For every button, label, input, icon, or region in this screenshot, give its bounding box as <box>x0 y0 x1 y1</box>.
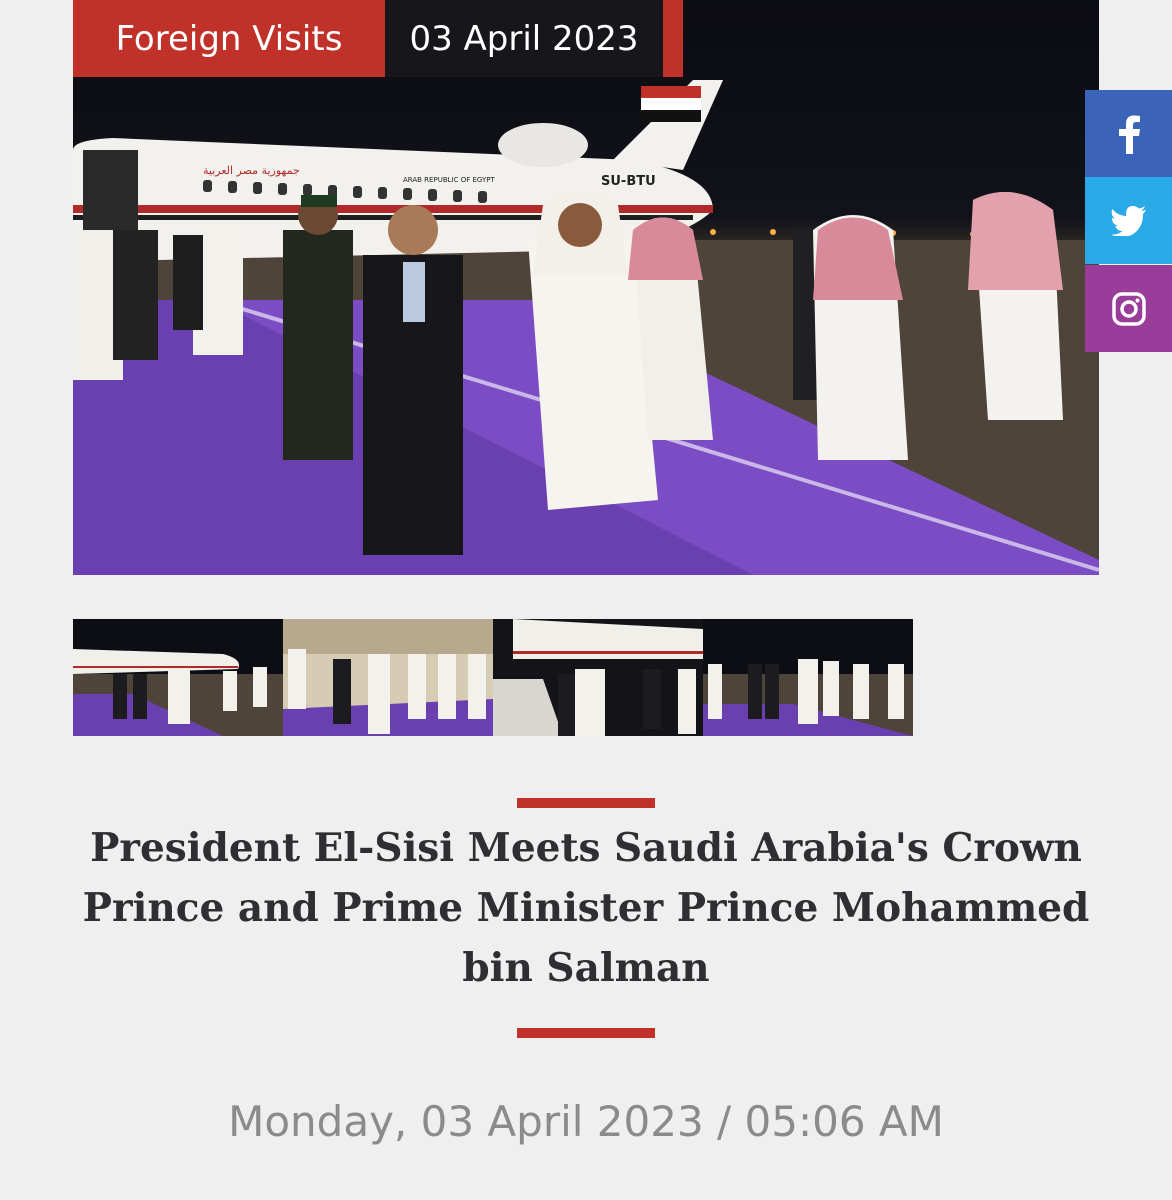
instagram-share-button[interactable] <box>1085 265 1172 352</box>
title-divider-bottom <box>517 1028 655 1038</box>
badge-accent <box>663 0 683 77</box>
date-badge: 03 April 2023 <box>385 0 663 77</box>
thumbnail-gallery <box>73 619 913 736</box>
hero-photo[interactable]: جمهورية مصر العربية ARAB REPUBLIC OF EGY… <box>73 0 1099 575</box>
instagram-icon <box>1111 291 1146 326</box>
gallery-thumbnail[interactable] <box>703 619 913 736</box>
twitter-icon <box>1110 205 1146 236</box>
title-divider-top <box>517 798 655 808</box>
plane-registration: SU-BTU <box>601 174 656 189</box>
plane-english-label: ARAB REPUBLIC OF EGYPT <box>403 176 495 184</box>
plane-arabic-label: جمهورية مصر العربية <box>203 164 300 177</box>
article-title: President El-Sisi Meets Saudi Arabia's C… <box>82 825 1090 991</box>
category-badge[interactable]: Foreign Visits <box>73 0 385 77</box>
gallery-thumbnail[interactable] <box>493 619 703 736</box>
gallery-thumbnail[interactable] <box>73 619 283 736</box>
facebook-icon <box>1118 115 1140 154</box>
facebook-share-button[interactable] <box>1085 90 1172 177</box>
twitter-share-button[interactable] <box>1085 177 1172 264</box>
gallery-thumbnail[interactable] <box>283 619 493 736</box>
article-datetime: Monday, 03 April 2023 / 05:06 AM <box>228 1097 944 1146</box>
